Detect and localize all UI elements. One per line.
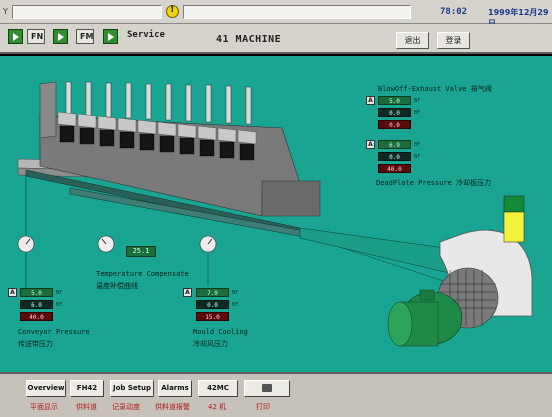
alarms-button[interactable]: Alarms: [158, 380, 192, 397]
machine-title: 41 MACHINE: [216, 34, 282, 45]
42mc-label-cn: 42 机: [208, 403, 227, 411]
gauge-icon: [17, 235, 35, 253]
alarms-label-cn: 供料道报警: [155, 403, 190, 411]
job-setup-button[interactable]: Job Setup: [110, 380, 154, 397]
mould-auto-button[interactable]: A: [183, 288, 192, 297]
gauge-icon: [97, 235, 115, 253]
overview-button[interactable]: Overview: [26, 380, 66, 397]
warning-icon[interactable]: [166, 4, 179, 18]
login-button[interactable]: 登录: [437, 32, 470, 49]
process-view: BlowOff-Exhaust Valve 排气阀 A 5.0 BF 0.0 B…: [0, 56, 552, 372]
mould-setpoint[interactable]: 7.9: [196, 288, 229, 297]
level-indicator-bottom: [503, 211, 525, 243]
print-button[interactable]: [244, 380, 290, 397]
conveyor-setpoint[interactable]: 5.0: [20, 288, 53, 297]
job-setup-label-cn: 记录动度: [112, 403, 140, 411]
conveyor-title-cn: 传送带压力: [18, 340, 53, 348]
mould-title: Mould Cooling: [193, 328, 248, 336]
level-indicator-top: [503, 195, 525, 213]
deadplate-actual: 0.0: [378, 152, 411, 161]
service-label[interactable]: Service: [127, 30, 165, 40]
deadplate-alarm: 40.0: [378, 164, 411, 173]
clock-readout: 78:02: [440, 7, 468, 17]
fn-button[interactable]: FN: [27, 29, 45, 44]
conveyor-auto-button[interactable]: A: [8, 288, 17, 297]
play-icon[interactable]: [8, 29, 23, 44]
conveyor-actual: 6.0: [20, 300, 53, 309]
deadplate-setpoint[interactable]: 6.9: [378, 140, 411, 149]
temperature-title-cn: 温度补偿曲线: [96, 282, 138, 290]
navigation-bar: Overview 平面显示 FH42 供料道 Job Setup 记录动度 Al…: [0, 372, 552, 417]
conveyor-alarm: 40.0: [20, 312, 53, 321]
mould-alarm: 15.0: [196, 312, 229, 321]
deadplate-title: DeadPlate Pressure 冷却板压力: [376, 179, 492, 187]
temperature-readout[interactable]: 25.1: [126, 246, 156, 257]
mould-title-cn: 冷却风压力: [193, 340, 228, 348]
blowoff-actual: 0.0: [378, 108, 411, 117]
overview-label-cn: 平面显示: [30, 403, 58, 411]
conveyor-title: Conveyor Pressure: [18, 328, 90, 336]
printer-icon: [262, 384, 272, 392]
mould-actual: 0.0: [196, 300, 229, 309]
fh42-button[interactable]: FH42: [70, 380, 104, 397]
gauge-icon: [199, 235, 217, 253]
blowoff-alarm: 0.0: [378, 120, 411, 129]
side-mark: Y: [3, 7, 8, 16]
fh42-label-cn: 供料道: [76, 403, 97, 411]
42mc-button[interactable]: 42MC: [198, 380, 238, 397]
blowoff-setpoint[interactable]: 5.0: [378, 96, 411, 105]
temperature-title: Temperature Compensate: [96, 270, 189, 278]
play-icon[interactable]: [103, 29, 118, 44]
hmi-screen: Y 78:02 1999年12月29日 FN FM Service 41 MAC…: [0, 0, 552, 417]
process-diagram: [17, 81, 533, 347]
status-field-left: [12, 5, 162, 19]
blowoff-auto-button[interactable]: A: [366, 96, 375, 105]
status-field-right: [183, 5, 411, 19]
exit-button[interactable]: 退出: [396, 32, 429, 49]
status-bar: Y 78:02 1999年12月29日: [0, 0, 552, 28]
blowoff-title: BlowOff-Exhaust Valve 排气阀: [378, 85, 492, 93]
play-icon[interactable]: [53, 29, 68, 44]
print-label-cn: 打印: [256, 403, 270, 411]
menu-bar: FN FM Service 41 MACHINE 退出 登录: [0, 24, 552, 54]
deadplate-auto-button[interactable]: A: [366, 140, 375, 149]
fan-motor: [387, 289, 463, 347]
fm-button[interactable]: FM: [76, 29, 94, 44]
